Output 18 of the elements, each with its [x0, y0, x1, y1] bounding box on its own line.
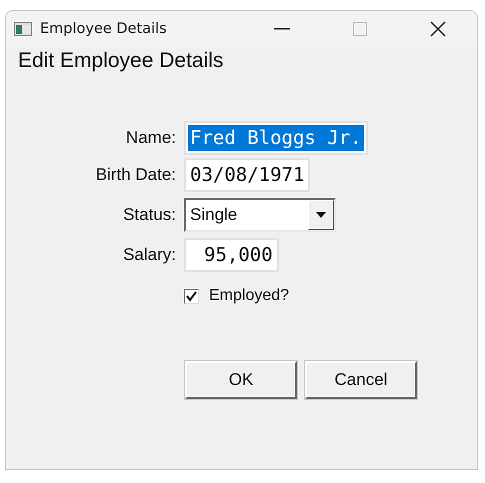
window-title: Employee Details — [40, 21, 168, 37]
input-field[interactable]: 03/08/1971 — [184, 158, 310, 192]
minimize-icon[interactable] — [274, 28, 290, 30]
cancel-button[interactable]: Cancel — [305, 361, 417, 399]
input-field[interactable]: Fred Bloggs Jr. — [184, 121, 368, 155]
field-label: Birth Date: — [96, 165, 176, 185]
check-icon — [186, 290, 197, 302]
app-icon — [14, 22, 32, 36]
field-label: Name: — [126, 128, 176, 148]
dialog-heading: Edit Employee Details — [17, 48, 224, 73]
ok-button[interactable]: OK — [185, 361, 297, 399]
field-label: Status: — [123, 205, 176, 225]
input-field[interactable]: 95,000 — [184, 238, 279, 272]
caret-icon — [316, 212, 326, 218]
field-label: Salary: — [123, 245, 176, 265]
close-icon[interactable] — [430, 21, 446, 37]
employed-checkbox[interactable]: Employed? — [184, 287, 290, 305]
status-dropdown[interactable]: Single — [184, 198, 336, 232]
